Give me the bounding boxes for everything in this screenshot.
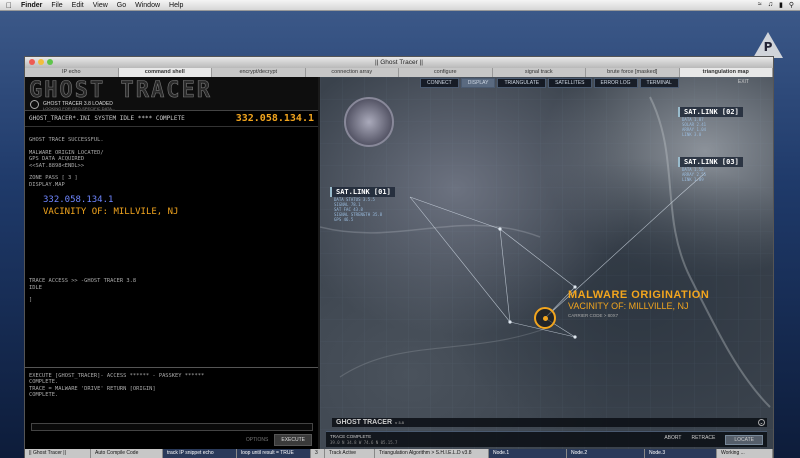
sat-row: GPS 46.5 bbox=[334, 217, 354, 222]
banner: GHOST TRACER GHOST TRACER 3.8 LOADED LOO… bbox=[25, 77, 318, 111]
battery-icon[interactable]: ▮ bbox=[779, 1, 783, 9]
callout-code: CARRIER CODE > 80X7 bbox=[568, 313, 619, 318]
status-compile[interactable]: Auto Compile Code bbox=[91, 449, 163, 458]
trace-complete: TRACE COMPLETE bbox=[330, 434, 372, 439]
command-input[interactable] bbox=[31, 423, 313, 431]
tab-configure[interactable]: configure bbox=[399, 68, 493, 77]
callout-title: MALWARE ORIGINATION bbox=[568, 289, 710, 301]
sat-link-02-title: SAT.LINK [02] bbox=[678, 107, 743, 117]
wifi-icon[interactable]: ≈ bbox=[758, 1, 762, 9]
exec-line: COMPLETE. bbox=[29, 392, 59, 399]
options-button[interactable]: OPTIONS bbox=[246, 437, 269, 443]
minimize-window-icon[interactable] bbox=[38, 59, 44, 65]
menu-view[interactable]: View bbox=[93, 2, 108, 9]
term-line: ] bbox=[29, 297, 33, 303]
tab-triangulation-map[interactable]: triangulation map bbox=[679, 68, 773, 77]
tab-encrypt-decrypt[interactable]: encrypt/decrypt bbox=[212, 68, 306, 77]
result-location: VACINITY OF: MILLVILE, NJ bbox=[43, 207, 179, 217]
callout-location: VACINITY OF: MILLVILLE, NJ bbox=[568, 301, 689, 311]
menu-help[interactable]: Help bbox=[169, 2, 183, 9]
status-app[interactable]: || Ghost Tracer || bbox=[25, 449, 91, 458]
banner-logo-text: GHOST TRACER bbox=[29, 78, 212, 104]
terminal-status: SYSTEM IDLE **** COMPLETE bbox=[94, 115, 185, 122]
sat-link-01[interactable]: SAT.LINK [01] DATA STATUS 3.5.5 SIGNAL 7… bbox=[330, 187, 395, 222]
apple-icon[interactable]:  bbox=[6, 1, 12, 10]
triangulation-map[interactable]: CONNECT DISPLAY TRIANGULATE SATELLITES E… bbox=[320, 77, 773, 449]
zoom-window-icon[interactable] bbox=[47, 59, 53, 65]
sat-link-02[interactable]: SAT.LINK [02] DATA 1.87 SOLAR 2.41 ARRAY… bbox=[678, 107, 743, 137]
tab-ip-echo[interactable]: IP echo bbox=[25, 68, 119, 77]
terminal-ip: 332.058.134.1 bbox=[235, 113, 314, 124]
retrace-button[interactable]: RETRACE bbox=[691, 435, 715, 445]
terminal-header: GHOST_TRACER*.INI SYSTEM IDLE **** COMPL… bbox=[25, 111, 318, 127]
shield-seal-icon bbox=[344, 97, 394, 147]
abort-button[interactable]: ABORT bbox=[664, 435, 681, 445]
locate-button[interactable]: LOCATE bbox=[725, 435, 763, 445]
execute-log: EXECUTE [GHOST_TRACER]- ACCESS ****** - … bbox=[29, 373, 204, 399]
volume-icon[interactable]: ♫ bbox=[768, 1, 773, 9]
sat-link-03[interactable]: SAT.LINK [03] DATA 1.56 ARRAY 2.55 LINK … bbox=[678, 157, 743, 182]
command-shell-panel: GHOST TRACER GHOST TRACER 3.8 LOADED LOO… bbox=[25, 77, 318, 449]
chevron-down-icon[interactable]: ⌄ bbox=[758, 419, 765, 426]
sat-link-01-title: SAT.LINK [01] bbox=[330, 187, 395, 197]
title-bar: || Ghost Tracer || bbox=[25, 57, 773, 68]
display-button[interactable]: DISPLAY bbox=[460, 78, 496, 88]
status-track-ip[interactable]: track IP snippet echo bbox=[163, 449, 237, 458]
shield-icon bbox=[30, 100, 39, 109]
tab-signal-track[interactable]: signal track bbox=[493, 68, 586, 77]
menu-extras: ≈ ♫ ▮ ⚲ bbox=[758, 1, 800, 9]
tab-brute-force[interactable]: brute force [masked] bbox=[586, 68, 680, 77]
tab-command-shell[interactable]: command shell bbox=[118, 68, 212, 77]
menu-window[interactable]: Window bbox=[135, 2, 160, 9]
status-bar: || Ghost Tracer || Auto Compile Code tra… bbox=[25, 449, 773, 458]
status-node-3[interactable]: Node.3 bbox=[645, 449, 717, 458]
status-node-1[interactable]: Node.1 bbox=[489, 449, 567, 458]
bottom-title: GHOST TRACER v 3.8 bbox=[332, 418, 767, 427]
trace-coords: 39.0 N 34.8 W 74.6 N 05.15.7 bbox=[330, 440, 398, 445]
status-node-2[interactable]: Node.2 bbox=[567, 449, 645, 458]
map-toolbar: CONNECT DISPLAY TRIANGULATE SATELLITES E… bbox=[420, 78, 679, 88]
bottom-version: v 3.8 bbox=[395, 420, 404, 425]
ghost-tracer-window: || Ghost Tracer || IP echo command shell… bbox=[24, 56, 774, 458]
menu-file[interactable]: File bbox=[51, 2, 62, 9]
window-title: || Ghost Tracer || bbox=[375, 59, 423, 66]
status-count: 3 bbox=[311, 449, 325, 458]
menu-app[interactable]: Finder bbox=[21, 2, 42, 9]
search-icon[interactable]: ⚲ bbox=[789, 1, 794, 9]
malware-callout: MALWARE ORIGINATION VACINITY OF: MILLVIL… bbox=[568, 289, 709, 318]
sat-link-03-title: SAT.LINK [03] bbox=[678, 157, 743, 167]
execute-bar: OPTIONS EXECUTE bbox=[25, 433, 318, 447]
tab-connection-array[interactable]: connection array bbox=[306, 68, 399, 77]
status-triangulation[interactable]: Triangulation Algorithm > S.H.I.E.L.D v3… bbox=[375, 449, 489, 458]
sat-row: LINK 1.09 bbox=[682, 177, 704, 182]
exit-button[interactable]: EXIT bbox=[738, 79, 749, 85]
malware-target-icon[interactable] bbox=[534, 307, 556, 329]
terminal-file: GHOST_TRACER*.INI bbox=[29, 115, 91, 122]
menu-bar:  Finder File Edit View Go Window Help ≈… bbox=[0, 0, 800, 11]
map-bottom-panel: GHOST TRACER v 3.8 ⌄ TRACE COMPLETE 39.0 … bbox=[326, 418, 767, 447]
menu-edit[interactable]: Edit bbox=[72, 2, 84, 9]
divider bbox=[25, 367, 318, 368]
status-track-active[interactable]: Track Active bbox=[325, 449, 375, 458]
status-working: Working ... bbox=[717, 449, 773, 458]
error-log-button[interactable]: ERROR LOG bbox=[593, 78, 638, 88]
execute-button[interactable]: EXECUTE bbox=[274, 434, 312, 446]
close-window-icon[interactable] bbox=[29, 59, 35, 65]
satellites-button[interactable]: SATELLITES bbox=[548, 78, 592, 88]
result-ip: 332.058.134.1 bbox=[43, 195, 114, 205]
terminal-button[interactable]: TERMINAL bbox=[639, 78, 679, 88]
connect-button[interactable]: CONNECT bbox=[420, 78, 459, 88]
terminal-output: GHOST TRACE SUCCESSFUL. MALWARE ORIGIN L… bbox=[25, 127, 318, 308]
triangulate-button[interactable]: TRIANGULATE bbox=[497, 78, 547, 88]
status-loop[interactable]: loop until result = TRUE bbox=[237, 449, 311, 458]
menu-go[interactable]: Go bbox=[117, 2, 126, 9]
sat-row: LINK 3.0 bbox=[682, 132, 702, 137]
banner-sub: LOOKING FOR GEO-SPECIFIC DATA... bbox=[43, 106, 116, 111]
tab-bar: IP echo command shell encrypt/decrypt co… bbox=[25, 68, 773, 77]
